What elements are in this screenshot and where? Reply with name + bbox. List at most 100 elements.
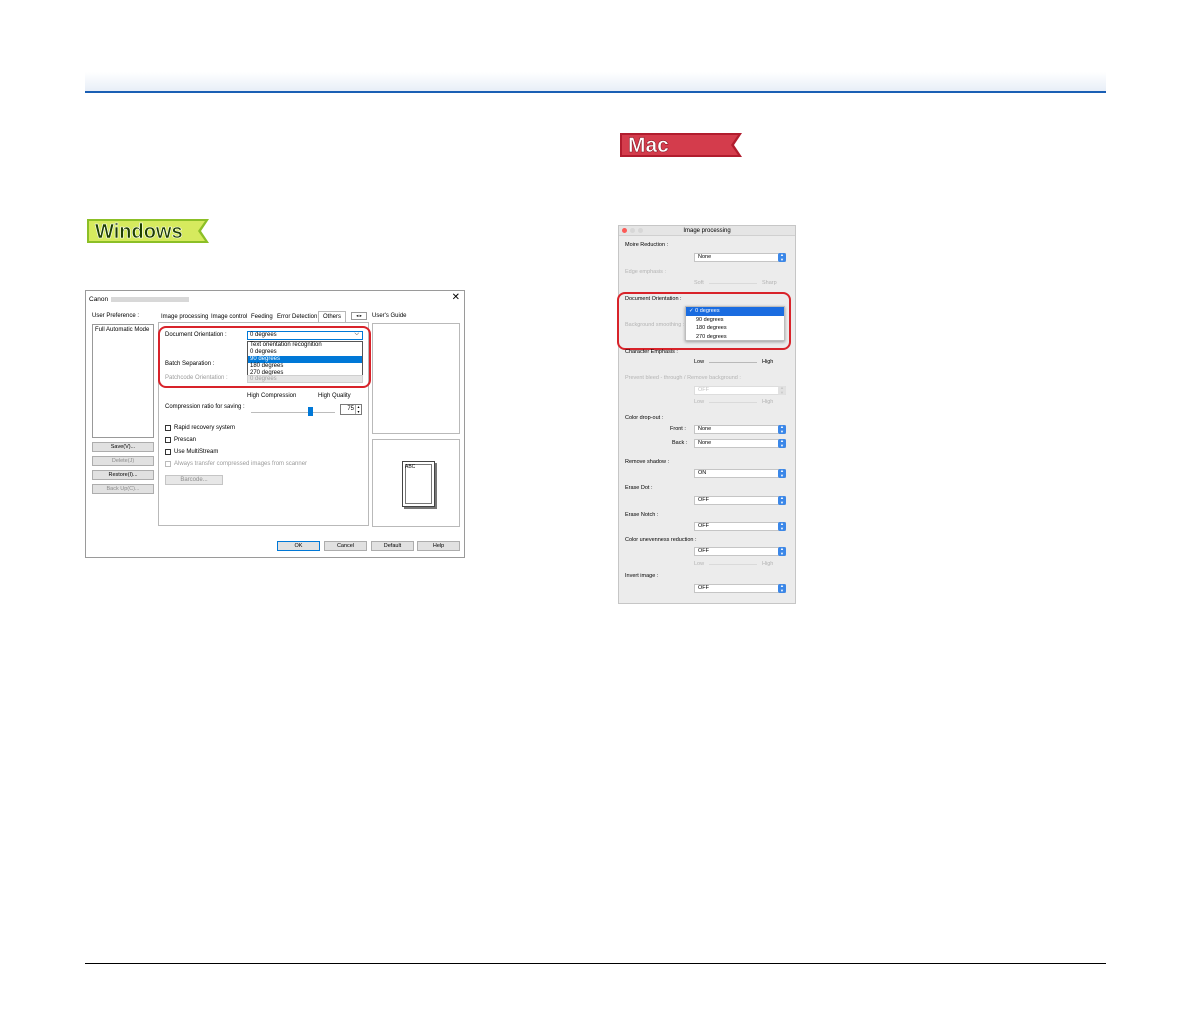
- back-label: Back :: [672, 440, 688, 446]
- bleed-high-label: High: [762, 399, 774, 405]
- mac-badge-text: Mac: [628, 134, 669, 157]
- mac-badge: Mac: [620, 133, 742, 157]
- bleed-low-label: Low: [694, 399, 705, 405]
- unevenness-label: Color unevenness reduction :: [625, 537, 697, 543]
- popup-arrow-icon: ▲ ▼: [778, 424, 786, 434]
- preview-text: ABC: [405, 464, 416, 470]
- compression-slider-thumb[interactable]: [308, 407, 313, 416]
- close-window-icon[interactable]: [622, 228, 627, 233]
- low-label: Low: [694, 359, 705, 365]
- remove-shadow-popup[interactable]: ON ▲ ▼: [694, 468, 786, 478]
- moire-label: Moire Reduction :: [625, 242, 669, 248]
- tab-feeding[interactable]: Feeding: [251, 314, 273, 320]
- unevenness-value: OFF: [698, 548, 709, 554]
- character-emphasis-slider[interactable]: [709, 362, 757, 363]
- remove-shadow-label: Remove shadow :: [625, 459, 670, 465]
- rapid-recovery-label: Rapid recovery system: [174, 425, 236, 431]
- help-button[interactable]: Help: [417, 541, 460, 551]
- close-icon[interactable]: ✕: [452, 293, 460, 303]
- popup-arrow-icon: ▲ ▼: [778, 468, 786, 478]
- user-preference-list[interactable]: Full Automatic Mode: [92, 324, 154, 438]
- spin-arrow-icon[interactable]: ▲ ▼: [355, 405, 361, 414]
- bleed-through-popup[interactable]: OFF ▲ ▼: [694, 385, 786, 395]
- restore-button[interactable]: Restore(I)...: [92, 470, 154, 480]
- user-preference-label: User Preference :: [92, 313, 140, 319]
- popup-arrow-icon: ▲ ▼: [778, 495, 786, 505]
- bleed-through-label: Prevent bleed - through / Remove backgro…: [625, 375, 741, 381]
- character-emphasis-label: Character Emphasis :: [625, 349, 678, 355]
- erase-dot-label: Erase Dot :: [625, 485, 653, 491]
- moire-popup[interactable]: None ▲ ▼: [694, 252, 786, 262]
- front-popup[interactable]: None ▲ ▼: [694, 424, 786, 434]
- ok-button[interactable]: OK: [277, 541, 320, 551]
- invert-image-value: OFF: [698, 585, 709, 591]
- unevenness-slider[interactable]: [709, 564, 757, 565]
- windows-badge-text: Windows: [95, 221, 183, 243]
- tab-others[interactable]: Others: [318, 311, 347, 322]
- erase-notch-value: OFF: [698, 523, 709, 529]
- sharp-label: Sharp: [762, 280, 777, 286]
- backup-button[interactable]: Back Up(C)...: [92, 484, 154, 494]
- highlight-frame: [617, 292, 791, 350]
- tab-error-detection[interactable]: Error Detection: [277, 314, 317, 320]
- popup-arrow-icon: ▲ ▼: [778, 546, 786, 556]
- cancel-button[interactable]: Cancel: [324, 541, 367, 551]
- erase-dot-value: OFF: [698, 497, 709, 503]
- prescan-label: Prescan: [174, 437, 197, 443]
- zoom-window-icon[interactable]: [638, 228, 643, 233]
- always-transfer-label: Always transfer compressed images from s…: [174, 461, 308, 467]
- paper-preview: ABC: [402, 461, 435, 507]
- high-compression-label: High Compression: [247, 393, 297, 399]
- mac-dialog-title: Image processing: [683, 228, 731, 234]
- tab-image-processing[interactable]: Image processing: [161, 314, 208, 320]
- front-value: None: [698, 426, 712, 432]
- unevenness-high-label: High: [762, 561, 774, 567]
- prescan-checkbox[interactable]: [165, 437, 171, 443]
- compression-spinbox[interactable]: 75 ▲ ▼: [340, 404, 362, 415]
- mac-image-processing-dialog: Image processing Moire Reduction : None ▲…: [617, 225, 796, 604]
- barcode-button[interactable]: Barcode...: [165, 475, 223, 485]
- list-item[interactable]: Full Automatic Mode: [93, 325, 153, 335]
- always-transfer-checkbox[interactable]: [165, 461, 171, 467]
- minimize-window-icon[interactable]: [630, 228, 635, 233]
- windows-badge: Windows: [87, 219, 209, 243]
- popup-arrow-icon: ▲ ▼: [778, 385, 786, 395]
- default-button[interactable]: Default: [371, 541, 414, 551]
- compression-slider-track[interactable]: [251, 412, 335, 413]
- footer-rule: [85, 963, 1106, 964]
- remove-shadow-value: ON: [698, 470, 707, 476]
- header-rule: [85, 91, 1106, 93]
- tab-image-control[interactable]: Image control: [211, 314, 247, 320]
- mac-title-bar: Image processing: [619, 226, 795, 236]
- invert-image-popup[interactable]: OFF ▲ ▼: [694, 583, 786, 593]
- back-popup[interactable]: None ▲ ▼: [694, 438, 786, 448]
- invert-image-label: Invert image :: [625, 573, 659, 579]
- color-dropout-label: Color drop-out :: [625, 415, 664, 421]
- edge-slider[interactable]: [709, 283, 757, 284]
- compression-value: 75: [347, 406, 354, 412]
- unevenness-popup[interactable]: OFF ▲ ▼: [694, 546, 786, 556]
- popup-arrow-icon: ▲ ▼: [778, 252, 786, 262]
- header-band: [85, 72, 1106, 92]
- paper-inner-border: [405, 464, 432, 504]
- highlight-frame: [158, 326, 371, 388]
- erase-dot-popup[interactable]: OFF ▲ ▼: [694, 495, 786, 505]
- unevenness-low-label: Low: [694, 561, 705, 567]
- popup-arrow-icon: ▲ ▼: [778, 521, 786, 531]
- erase-notch-popup[interactable]: OFF ▲ ▼: [694, 521, 786, 531]
- moire-value: None: [698, 254, 712, 260]
- users-guide-label: User's Guide: [372, 313, 407, 319]
- delete-button[interactable]: Delete(J): [92, 456, 154, 466]
- bleed-slider[interactable]: [709, 402, 757, 403]
- windows-settings-dialog: Canon ✕ User Preference : Full Automatic…: [85, 290, 465, 558]
- dialog-title: Canon: [89, 296, 190, 303]
- multistream-checkbox[interactable]: [165, 449, 171, 455]
- tab-scroll-arrows[interactable]: ◂ ▸: [351, 312, 367, 320]
- back-value: None: [698, 440, 712, 446]
- preview-box: ABC: [372, 439, 460, 527]
- edge-emphasis-label: Edge emphasis :: [625, 269, 666, 275]
- rapid-recovery-checkbox[interactable]: [165, 425, 171, 431]
- compression-label: Compression ratio for saving :: [165, 404, 245, 410]
- save-button[interactable]: Save(V)...: [92, 442, 154, 452]
- bleed-through-value: OFF: [698, 387, 709, 393]
